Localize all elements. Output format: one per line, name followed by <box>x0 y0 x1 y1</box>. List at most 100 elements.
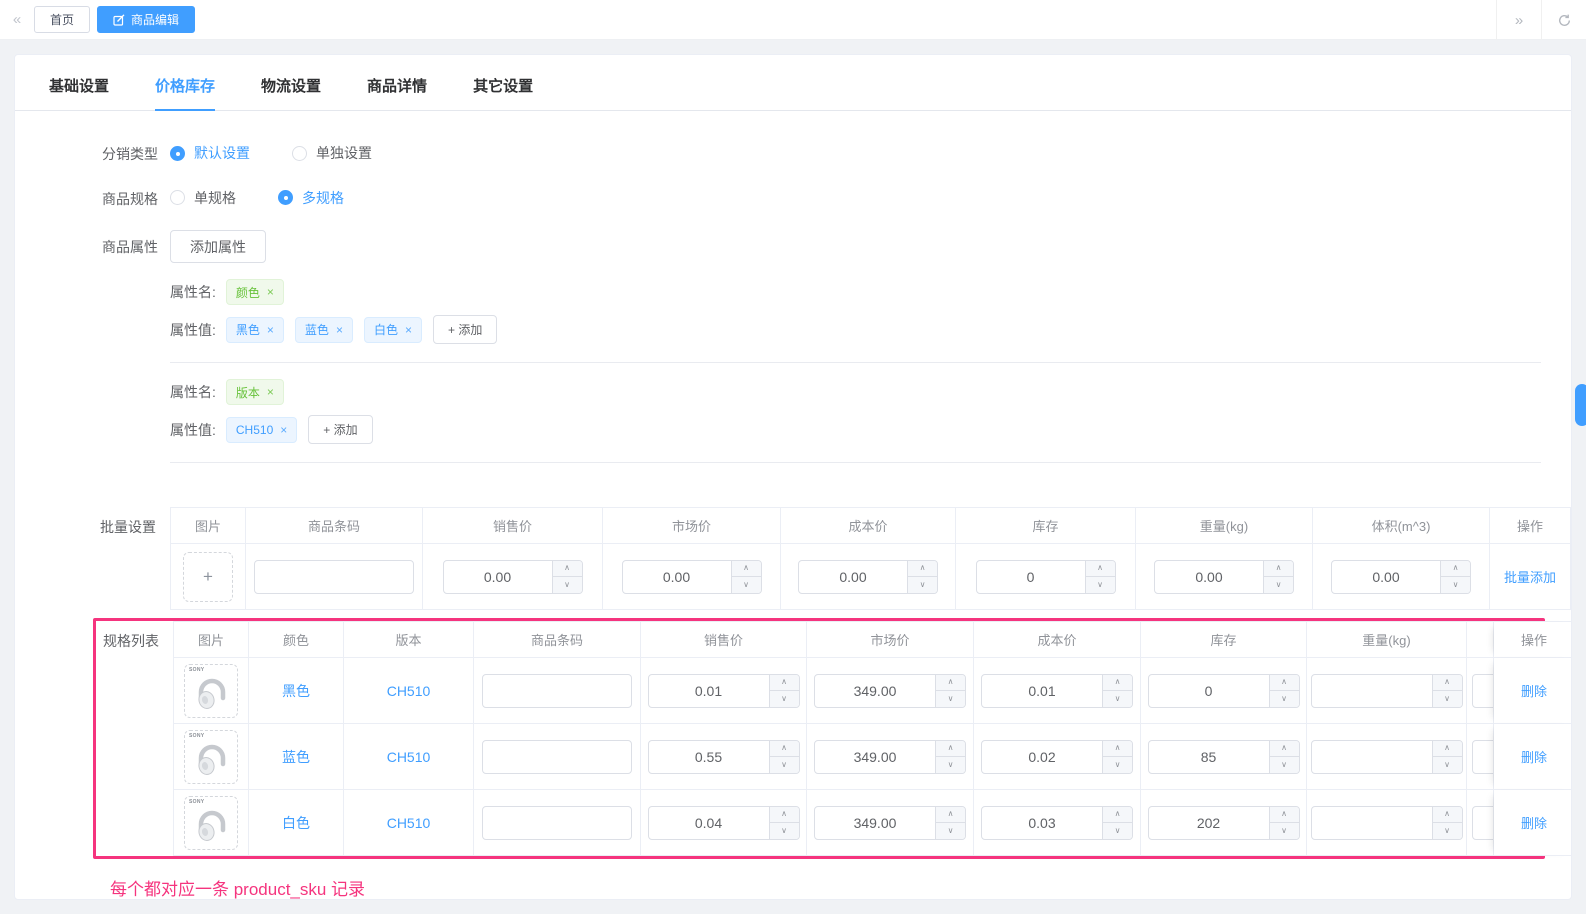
spin-down-icon[interactable]: ∨ <box>770 757 799 773</box>
spin-down-icon[interactable]: ∨ <box>936 757 965 773</box>
spin-down-icon[interactable]: ∨ <box>1270 823 1299 839</box>
number-input[interactable]: 0.00 ∧ ∨ <box>1331 560 1471 594</box>
tab-item[interactable]: 其它设置 <box>473 75 533 110</box>
breadcrumb-tab[interactable]: 首页 <box>34 6 90 33</box>
spin-up-icon[interactable]: ∧ <box>1270 741 1299 758</box>
tab-item[interactable]: 基础设置 <box>49 75 109 110</box>
spin-up-icon[interactable]: ∧ <box>908 561 937 578</box>
spin-down-icon[interactable]: ∨ <box>1103 757 1132 773</box>
close-icon[interactable]: × <box>405 323 412 337</box>
spin-up-icon[interactable]: ∧ <box>1433 741 1462 758</box>
radio-option[interactable]: 多规格 <box>278 188 344 208</box>
radio-option[interactable]: 单规格 <box>170 188 236 208</box>
spin-down-icon[interactable]: ∨ <box>1270 757 1299 773</box>
number-input[interactable]: 0.01 ∧ ∨ <box>648 674 800 708</box>
barcode-input[interactable] <box>254 560 414 594</box>
number-input[interactable]: 0.04 ∧ ∨ <box>648 806 800 840</box>
barcode-input[interactable] <box>482 740 632 774</box>
number-input[interactable]: 349.00 ∧ ∨ <box>814 674 966 708</box>
product-image[interactable]: SONY <box>184 730 238 784</box>
spin-down-icon[interactable]: ∨ <box>770 823 799 839</box>
number-input[interactable]: 0.00 ∧ ∨ <box>1154 560 1294 594</box>
radio-option[interactable]: 单独设置 <box>292 143 372 163</box>
upload-image-button[interactable]: + <box>183 552 233 602</box>
product-image[interactable]: SONY <box>184 664 238 718</box>
spin-down-icon[interactable]: ∨ <box>732 577 761 593</box>
attr-value-tag[interactable]: CH510× <box>226 417 297 443</box>
number-input[interactable]: 349.00 ∧ ∨ <box>814 740 966 774</box>
tab-item[interactable]: 物流设置 <box>261 75 321 110</box>
number-input[interactable]: 0 ∧ ∨ <box>976 560 1116 594</box>
refresh-button[interactable] <box>1541 0 1586 40</box>
number-input[interactable]: 0.02 ∧ ∨ <box>981 740 1133 774</box>
add-attribute-button[interactable]: 添加属性 <box>170 230 266 263</box>
attr-value-tag[interactable]: 黑色× <box>226 317 284 343</box>
spin-down-icon[interactable]: ∨ <box>553 577 582 593</box>
number-input[interactable]: 0.03 ∧ ∨ <box>981 806 1133 840</box>
spin-up-icon[interactable]: ∧ <box>770 741 799 758</box>
radio-option[interactable]: 默认设置 <box>170 143 250 163</box>
attr-name-tag[interactable]: 颜色× <box>226 279 284 305</box>
spin-up-icon[interactable]: ∧ <box>1270 807 1299 824</box>
batch-add-link[interactable]: 批量添加 <box>1504 567 1556 586</box>
spin-up-icon[interactable]: ∧ <box>1433 675 1462 692</box>
breadcrumb-tab[interactable]: 商品编辑 <box>97 6 195 33</box>
spin-down-icon[interactable]: ∨ <box>1441 577 1470 593</box>
spin-down-icon[interactable]: ∨ <box>1433 691 1462 707</box>
spin-up-icon[interactable]: ∧ <box>1103 741 1132 758</box>
number-input[interactable]: 349.00 ∧ ∨ <box>814 806 966 840</box>
number-input[interactable]: 0.00 ∧ ∨ <box>622 560 762 594</box>
spin-up-icon[interactable]: ∧ <box>1433 807 1462 824</box>
close-icon[interactable]: × <box>267 385 274 399</box>
close-icon[interactable]: × <box>267 285 274 299</box>
spin-down-icon[interactable]: ∨ <box>1433 823 1462 839</box>
spin-up-icon[interactable]: ∧ <box>1103 807 1132 824</box>
spin-up-icon[interactable]: ∧ <box>770 675 799 692</box>
spin-down-icon[interactable]: ∨ <box>1103 823 1132 839</box>
spin-up-icon[interactable]: ∧ <box>936 675 965 692</box>
spin-up-icon[interactable]: ∧ <box>1441 561 1470 578</box>
expand-tabs-button[interactable]: » <box>1496 0 1541 40</box>
spin-down-icon[interactable]: ∨ <box>1264 577 1293 593</box>
spin-down-icon[interactable]: ∨ <box>908 577 937 593</box>
barcode-input[interactable] <box>482 674 632 708</box>
number-input[interactable]: ∧ ∨ <box>1311 674 1463 708</box>
number-input[interactable]: ∧ ∨ <box>1311 806 1463 840</box>
spin-up-icon[interactable]: ∧ <box>732 561 761 578</box>
spin-down-icon[interactable]: ∨ <box>936 823 965 839</box>
product-image[interactable]: SONY <box>184 796 238 850</box>
spin-up-icon[interactable]: ∧ <box>770 807 799 824</box>
number-input[interactable]: 0.01 ∧ ∨ <box>981 674 1133 708</box>
spin-up-icon[interactable]: ∧ <box>1270 675 1299 692</box>
spin-up-icon[interactable]: ∧ <box>553 561 582 578</box>
attr-value-tag[interactable]: 白色× <box>364 317 422 343</box>
number-input[interactable]: 85 ∧ ∨ <box>1148 740 1300 774</box>
spin-up-icon[interactable]: ∧ <box>1264 561 1293 578</box>
close-icon[interactable]: × <box>280 423 287 437</box>
close-icon[interactable]: × <box>336 323 343 337</box>
number-input[interactable]: 202 ∧ ∨ <box>1148 806 1300 840</box>
close-icon[interactable]: × <box>267 323 274 337</box>
sidebar-collapse-icon[interactable]: « <box>0 0 34 40</box>
spin-down-icon[interactable]: ∨ <box>1086 577 1115 593</box>
spin-down-icon[interactable]: ∨ <box>1103 691 1132 707</box>
number-input[interactable]: 0.00 ∧ ∨ <box>798 560 938 594</box>
spin-up-icon[interactable]: ∧ <box>1086 561 1115 578</box>
spin-down-icon[interactable]: ∨ <box>936 691 965 707</box>
number-input[interactable]: 0.55 ∧ ∨ <box>648 740 800 774</box>
spin-down-icon[interactable]: ∨ <box>1433 757 1462 773</box>
spin-up-icon[interactable]: ∧ <box>1103 675 1132 692</box>
spin-down-icon[interactable]: ∨ <box>770 691 799 707</box>
attr-name-tag[interactable]: 版本× <box>226 379 284 405</box>
number-input[interactable]: 0.00 ∧ ∨ <box>443 560 583 594</box>
spin-up-icon[interactable]: ∧ <box>936 741 965 758</box>
delete-link[interactable]: 删除 <box>1521 747 1547 766</box>
barcode-input[interactable] <box>482 806 632 840</box>
spin-up-icon[interactable]: ∧ <box>936 807 965 824</box>
tab-item[interactable]: 商品详情 <box>367 75 427 110</box>
tab-active[interactable]: 价格库存 <box>155 75 215 110</box>
add-value-button[interactable]: + 添加 <box>433 315 497 344</box>
delete-link[interactable]: 删除 <box>1521 813 1547 832</box>
add-value-button[interactable]: + 添加 <box>308 415 372 444</box>
spin-down-icon[interactable]: ∨ <box>1270 691 1299 707</box>
